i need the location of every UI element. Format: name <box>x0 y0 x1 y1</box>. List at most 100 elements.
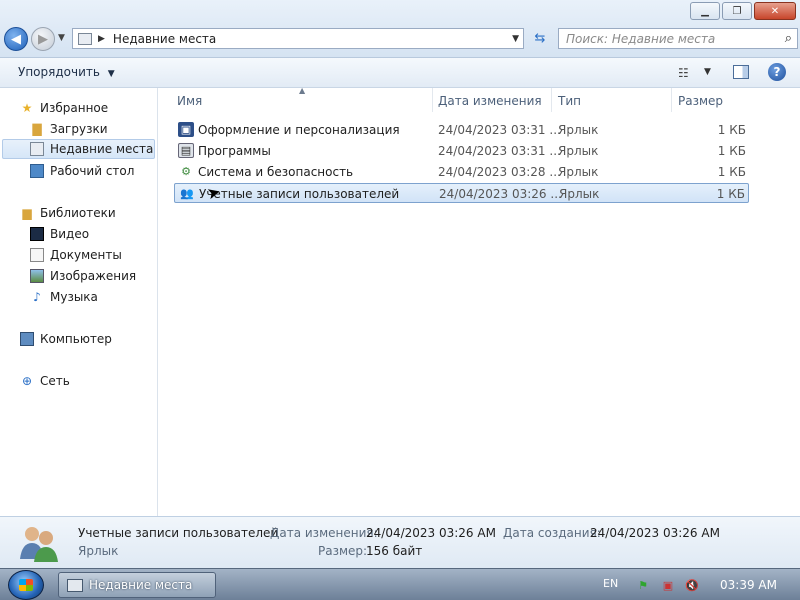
close-button[interactable]: ✕ <box>754 2 796 20</box>
action-center-icon[interactable]: ⚑ <box>635 578 651 592</box>
details-modified-label: Дата изменения: <box>270 526 378 540</box>
computer-icon <box>20 332 34 346</box>
organize-label: Упорядочить <box>18 65 100 79</box>
recent-places-icon <box>67 578 83 592</box>
sidebar-item-network[interactable]: ⊕ Сеть <box>20 371 70 391</box>
file-name: Оформление и персонализация <box>198 123 400 137</box>
details-modified-value: 24/04/2023 03:26 AM <box>366 526 496 540</box>
command-bar: Упорядочить ▼ ☷ ▼ ? <box>0 58 800 88</box>
file-type: Ярлык <box>559 187 600 201</box>
file-name: Система и безопасность <box>198 165 354 179</box>
file-type: Ярлык <box>558 144 599 158</box>
network-icon: ⊕ <box>21 374 33 388</box>
sidebar-item-video[interactable]: Видео <box>30 224 89 244</box>
sidebar-item-label: Избранное <box>40 101 109 115</box>
table-row[interactable]: 👥 Учетные записи пользователей 24/04/202… <box>174 183 749 203</box>
search-placeholder[interactable]: Поиск: Недавние места <box>566 32 715 46</box>
downloads-folder-icon: ▇ <box>32 122 42 136</box>
table-row[interactable]: ⚙ Система и безопасность 24/04/2023 03:2… <box>174 162 749 182</box>
window-controls: ▁ ❐ ✕ <box>690 2 796 20</box>
sidebar-item-label: Изображения <box>50 269 137 283</box>
programs-icon: ▤ <box>178 143 194 158</box>
views-dropdown-icon[interactable]: ▼ <box>704 67 711 77</box>
sidebar-item-favorites[interactable]: ★ Избранное <box>20 98 109 118</box>
sidebar-item-documents[interactable]: Документы <box>30 245 122 265</box>
volume-muted-icon[interactable]: 🔇 <box>684 578 700 592</box>
details-size-label: Размер: <box>318 544 368 558</box>
sidebar-item-downloads[interactable]: ▇ Загрузки <box>30 119 108 139</box>
file-name: Учетные записи пользователей <box>199 187 400 201</box>
language-indicator[interactable]: EN <box>603 577 618 590</box>
taskbar-window-label: Недавние места <box>89 578 193 592</box>
system-clock[interactable]: 03:39 AM <box>720 578 777 592</box>
file-name: Программы <box>198 144 271 158</box>
video-icon <box>30 227 44 241</box>
file-size: 1 КБ <box>716 187 745 201</box>
sidebar-item-desktop[interactable]: Рабочий стол <box>30 161 134 181</box>
address-bar[interactable]: ▶ Недавние места ▼ <box>72 28 524 49</box>
preview-pane-icon[interactable] <box>733 65 749 79</box>
file-modified: 24/04/2023 03:31 ... <box>438 144 561 158</box>
sidebar-item-libraries[interactable]: ▆ Библиотеки <box>20 203 115 223</box>
sidebar-item-label: Рабочий стол <box>50 164 135 178</box>
sidebar-item-music[interactable]: ♪ Музыка <box>30 287 98 307</box>
file-modified: 24/04/2023 03:31 ... <box>438 123 561 137</box>
views-icon[interactable]: ☷ <box>678 66 689 80</box>
network-status-icon[interactable]: ▣ <box>660 578 676 592</box>
file-size: 1 КБ <box>717 144 746 158</box>
details-file-name: Учетные записи пользователей <box>78 526 279 540</box>
file-size: 1 КБ <box>717 123 746 137</box>
windows-logo-icon <box>19 579 33 591</box>
column-header-type[interactable]: Тип <box>554 88 672 112</box>
taskbar-window-button[interactable]: Недавние места <box>58 572 216 598</box>
details-created-value: 24/04/2023 03:26 AM <box>590 526 720 540</box>
recent-places-icon <box>30 142 44 156</box>
libraries-icon: ▆ <box>22 206 32 220</box>
table-row[interactable]: ▤ Программы 24/04/2023 03:31 ... Ярлык 1… <box>174 141 749 161</box>
address-dropdown-icon[interactable]: ▼ <box>512 34 519 44</box>
search-box[interactable]: Поиск: Недавние места ⌕ <box>558 28 798 49</box>
breadcrumb-arrow-icon[interactable]: ▶ <box>98 34 105 44</box>
taskbar: Недавние места EN ⚑ ▣ 🔇 03:39 AM <box>0 568 800 600</box>
maximize-button[interactable]: ❐ <box>722 2 752 20</box>
column-header-modified[interactable]: Дата изменения <box>434 88 552 112</box>
user-accounts-icon: 👥 <box>180 187 194 200</box>
column-header-size[interactable]: Размер <box>674 88 784 112</box>
music-icon: ♪ <box>33 290 41 304</box>
column-header-name[interactable]: Имя <box>173 88 433 112</box>
sidebar-item-computer[interactable]: Компьютер <box>20 329 112 349</box>
refresh-icon[interactable]: ⇆ <box>528 28 552 49</box>
sidebar-item-label: Загрузки <box>50 122 108 136</box>
help-icon[interactable]: ? <box>768 63 786 81</box>
minimize-button[interactable]: ▁ <box>690 2 720 20</box>
table-row[interactable]: ▣ Оформление и персонализация 24/04/2023… <box>174 120 749 140</box>
file-modified: 24/04/2023 03:26 ... <box>439 187 562 201</box>
sidebar-item-images[interactable]: Изображения <box>30 266 136 286</box>
star-icon: ★ <box>21 101 33 115</box>
search-icon[interactable]: ⌕ <box>785 31 792 46</box>
system-security-icon: ⚙ <box>181 165 191 178</box>
recent-places-icon <box>78 32 92 45</box>
sidebar-item-recent-places[interactable]: Недавние места <box>2 139 155 159</box>
user-accounts-icon <box>20 527 58 562</box>
address-path[interactable]: Недавние места <box>113 32 216 46</box>
details-file-type: Ярлык <box>78 544 119 558</box>
documents-icon <box>30 248 44 262</box>
desktop-icon <box>30 164 44 178</box>
sidebar-item-label: Компьютер <box>40 332 112 346</box>
file-type: Ярлык <box>558 165 599 179</box>
sidebar-item-label: Сеть <box>40 374 70 388</box>
file-list: ▲ Имя Дата изменения Тип Размер ▣ Оформл… <box>159 86 800 516</box>
chevron-down-icon: ▼ <box>107 69 115 79</box>
organize-button[interactable]: Упорядочить ▼ <box>18 65 115 79</box>
sidebar-item-label: Музыка <box>50 290 98 304</box>
details-created-label: Дата создания: <box>503 526 601 540</box>
start-button[interactable] <box>8 570 44 600</box>
file-type: Ярлык <box>558 123 599 137</box>
history-dropdown-icon[interactable]: ▼ <box>58 33 65 43</box>
forward-button[interactable]: ▶ <box>31 27 55 51</box>
details-pane: Учетные записи пользователей Ярлык Дата … <box>0 516 800 568</box>
file-modified: 24/04/2023 03:28 ... <box>438 165 561 179</box>
images-icon <box>30 269 44 283</box>
back-button[interactable]: ◀ <box>4 27 28 51</box>
